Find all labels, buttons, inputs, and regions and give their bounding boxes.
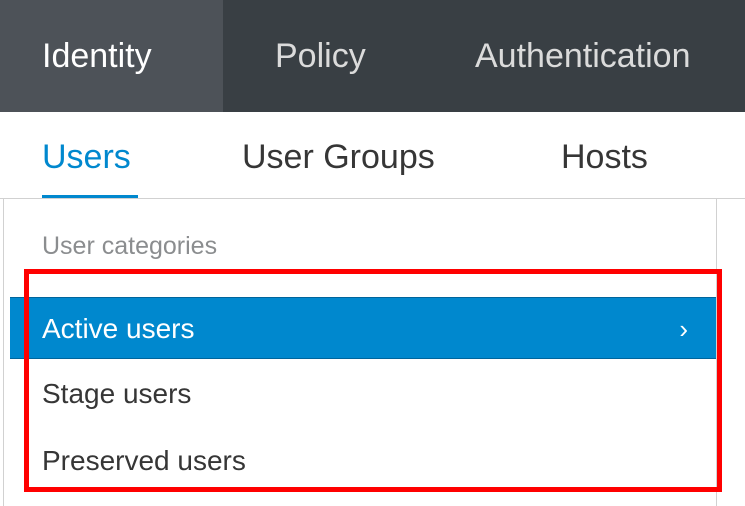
top-navigation: Identity Policy Authentication — [0, 0, 745, 112]
sidebar-item-stage-users[interactable]: Stage users — [10, 363, 716, 425]
active-tab-underline — [42, 195, 138, 198]
tab-authentication[interactable]: Authentication — [475, 0, 691, 112]
sidebar-item-label: Stage users — [42, 378, 192, 409]
sidebar-item-label: Preserved users — [42, 445, 246, 476]
subtab-users[interactable]: Users — [42, 112, 131, 198]
sidebar-item-label: Active users — [42, 313, 195, 344]
subtab-hosts[interactable]: Hosts — [561, 112, 648, 198]
subtab-user-groups[interactable]: User Groups — [242, 112, 435, 198]
tab-policy[interactable]: Policy — [275, 0, 366, 112]
sidebar-heading: User categories — [42, 232, 218, 260]
chevron-right-icon: › — [679, 314, 688, 344]
page-border — [3, 199, 4, 506]
sub-navigation: Users User Groups Hosts — [0, 112, 745, 199]
sidebar-item-preserved-users[interactable]: Preserved users — [10, 430, 716, 492]
tab-identity[interactable]: Identity — [0, 0, 223, 112]
sidebar-item-active-users[interactable]: Active users › — [10, 297, 716, 359]
